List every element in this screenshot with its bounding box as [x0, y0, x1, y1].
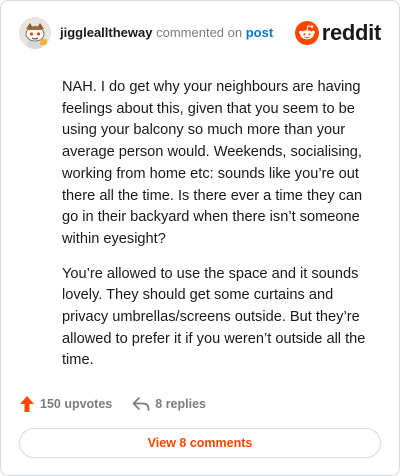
reddit-logo-icon: [294, 21, 319, 45]
comment-actions: 150 upvotes 8 replies: [19, 393, 381, 415]
replies-button[interactable]: 8 replies: [132, 396, 206, 412]
post-link[interactable]: post: [246, 25, 273, 40]
upvote-button[interactable]: 150 upvotes: [19, 395, 112, 413]
view-comments-button[interactable]: View 8 comments: [19, 428, 381, 458]
user-avatar[interactable]: [19, 17, 51, 49]
upvote-count: 150 upvotes: [40, 397, 113, 411]
reddit-brand[interactable]: reddit: [294, 20, 382, 46]
comment-header: jigglealltheway commented on post reddit: [19, 17, 381, 49]
comment-meta: jigglealltheway commented on post: [60, 25, 273, 41]
reply-count: 8 replies: [155, 397, 206, 411]
upvote-arrow-icon: [20, 396, 34, 412]
comment-paragraph: NAH. I do get why your neighbours are ha…: [62, 79, 363, 247]
comment-paragraph: You’re allowed to use the space and it s…: [62, 265, 366, 369]
reply-arrow-icon: [132, 397, 150, 411]
comment-card: jigglealltheway commented on post reddit…: [0, 0, 400, 476]
commented-on-text: commented on: [156, 25, 243, 40]
snoo-avatar-icon: [19, 17, 51, 49]
comment-body: NAH. I do get why your neighbours are ha…: [62, 77, 381, 385]
username-link[interactable]: jigglealltheway: [60, 25, 152, 40]
reddit-wordmark: reddit: [321, 20, 382, 45]
